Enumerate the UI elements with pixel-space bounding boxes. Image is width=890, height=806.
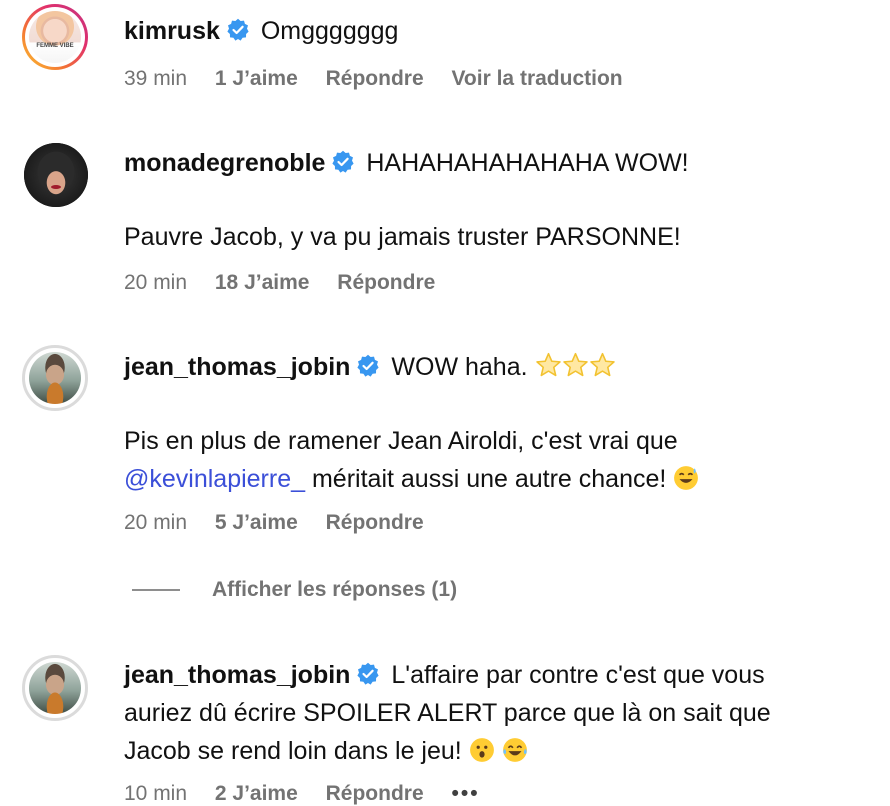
comment-text: HAHAHAHAHAHAHA WOW! — [366, 149, 689, 177]
comment-text: L'affaire par contre c'est que vous — [391, 661, 765, 689]
star-emoji — [535, 352, 561, 377]
reply-button[interactable]: Répondre — [326, 782, 424, 805]
likes-count[interactable]: 1 J’aime — [215, 67, 298, 90]
likes-count[interactable]: 18 J’aime — [215, 271, 310, 294]
avatar-image: FEMME VIBE — [29, 11, 81, 63]
view-replies-label: Afficher les réponses (1) — [212, 578, 458, 601]
username[interactable]: jean_thomas_jobin — [124, 661, 350, 689]
comment-text-line: auriez dû écrire SPOILER ALERT parce que… — [124, 699, 771, 727]
view-replies-button[interactable]: Afficher les réponses (1) — [132, 578, 457, 602]
reply-button[interactable]: Répondre — [326, 67, 424, 90]
verified-badge-icon — [226, 18, 250, 42]
reply-button[interactable]: Répondre — [337, 271, 435, 294]
comment-time[interactable]: 20 min — [124, 271, 187, 294]
verified-badge-icon — [331, 150, 356, 174]
likes-count[interactable]: 5 J’aime — [215, 511, 298, 534]
comment-text-paragraph: Pis en plus de ramener Jean Airoldi, c'e… — [124, 422, 870, 498]
comment-time[interactable]: 39 min — [124, 67, 187, 90]
avatar-image — [29, 352, 81, 404]
avatar[interactable]: FEMME VIBE — [22, 4, 88, 70]
comment-text-line: Pis en plus de ramener Jean Airoldi, c'e… — [124, 427, 678, 455]
username[interactable]: kimrusk — [124, 17, 220, 45]
avatar-lips — [51, 185, 61, 189]
comment-time[interactable]: 10 min — [124, 782, 187, 805]
comment-meta: 20 min 18 J’aime Répondre — [124, 271, 457, 295]
tears-of-joy-emoji — [502, 738, 527, 762]
username[interactable]: jean_thomas_jobin — [124, 353, 350, 381]
star-emoji — [562, 352, 588, 377]
verified-badge-icon — [356, 354, 381, 378]
comment-text-paragraph: Pauvre Jacob, y va pu jamais truster PAR… — [124, 223, 681, 251]
comment-body: jean_thomas_jobin WOW haha. Pis en plus … — [124, 348, 870, 498]
sweat-smile-emoji — [674, 466, 699, 490]
username[interactable]: monadegrenoble — [124, 149, 325, 177]
comment-body: monadegrenoble HAHAHAHAHAHAHA WOW! Pauvr… — [124, 144, 870, 256]
surprised-emoji — [469, 738, 494, 762]
comment-text: WOW haha. — [391, 353, 528, 381]
avatar[interactable] — [22, 345, 88, 411]
comment-meta: 10 min 2 J’aime Répondre ••• — [124, 782, 502, 806]
comment-time[interactable]: 20 min — [124, 511, 187, 534]
comment-body: jean_thomas_jobin L'affaire par contre c… — [124, 656, 870, 770]
comment-meta: 39 min 1 J’aime Répondre Voir la traduct… — [124, 67, 645, 91]
comment-body: kimrusk Omggggggg — [124, 12, 870, 50]
verified-badge-icon — [356, 662, 381, 686]
avatar-image — [24, 143, 88, 207]
avatar-image — [29, 662, 81, 714]
avatar[interactable] — [24, 143, 88, 207]
star-emoji — [589, 352, 615, 377]
comment-text-line: méritait aussi une autre chance! — [311, 465, 667, 493]
comment-text-line: Jacob se rend loin dans le jeu! — [124, 737, 462, 765]
more-options-icon[interactable]: ••• — [451, 782, 479, 806]
stars-emoji — [535, 352, 616, 381]
reply-button[interactable]: Répondre — [326, 511, 424, 534]
replies-divider — [132, 589, 180, 591]
likes-count[interactable]: 2 J’aime — [215, 782, 298, 805]
translate-button[interactable]: Voir la traduction — [451, 67, 622, 90]
avatar[interactable] — [22, 655, 88, 721]
mention-link[interactable]: @kevinlapierre_ — [124, 465, 305, 493]
comment-meta: 20 min 5 J’aime Répondre — [124, 511, 446, 535]
comment-text: Omggggggg — [260, 17, 399, 45]
avatar-shirt-text: FEMME VIBE — [36, 43, 74, 49]
